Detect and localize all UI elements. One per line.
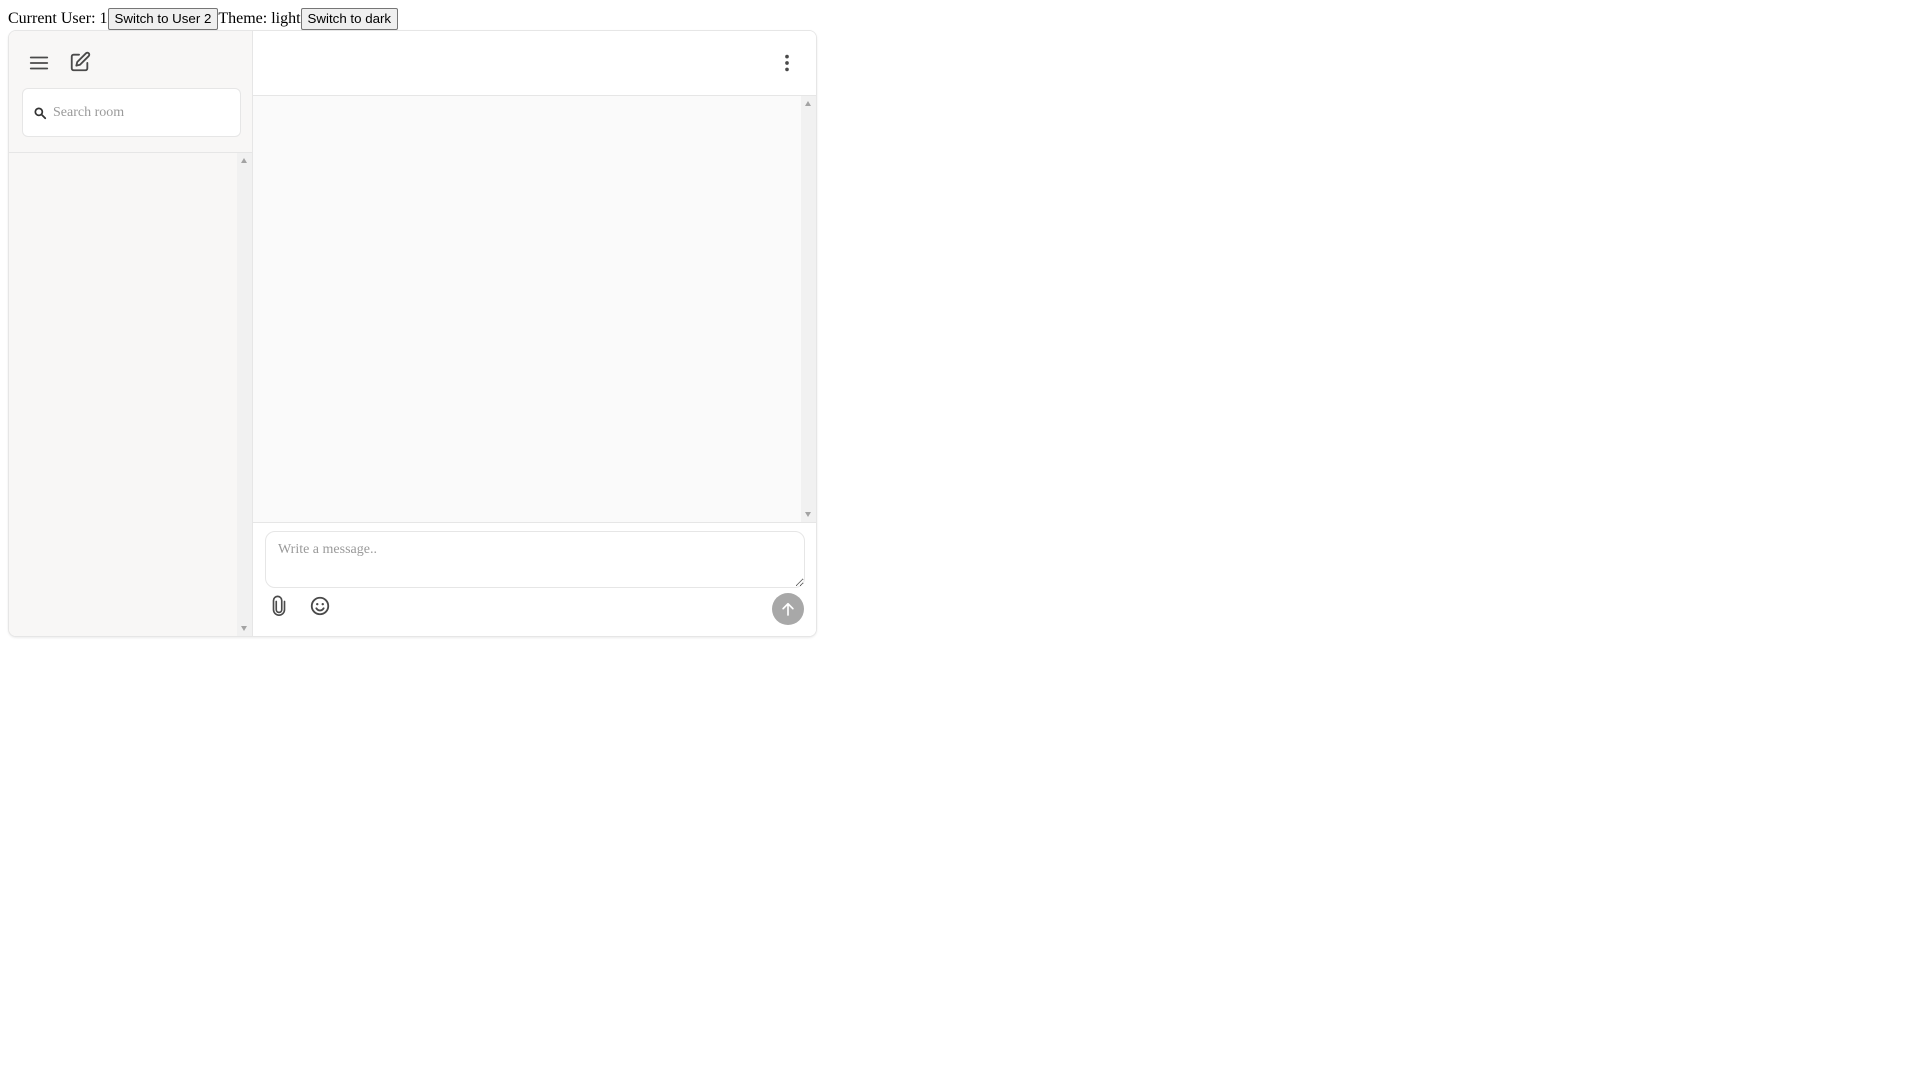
switch-user-button[interactable]: Switch to User 2 xyxy=(107,8,219,30)
edit-icon[interactable] xyxy=(66,48,94,76)
scroll-down-arrow-icon[interactable] xyxy=(805,512,811,517)
emoji-icon[interactable] xyxy=(306,592,334,620)
messages-area xyxy=(253,96,816,523)
search-box xyxy=(22,88,241,137)
top-controls: Current User: 1 Switch to User 2 Theme: … xyxy=(8,8,399,30)
room-header xyxy=(253,31,816,96)
arrow-up-icon xyxy=(782,602,794,616)
scroll-up-arrow-icon[interactable] xyxy=(805,101,811,106)
search-icon xyxy=(33,106,47,120)
chat-window xyxy=(8,30,817,637)
scroll-up-arrow-icon[interactable] xyxy=(241,158,247,163)
more-vertical-icon[interactable] xyxy=(773,49,801,77)
message-input[interactable] xyxy=(265,531,805,588)
search-room-input[interactable] xyxy=(53,89,240,136)
menu-icon[interactable] xyxy=(25,49,53,77)
rooms-scrollbar[interactable] xyxy=(237,153,252,636)
chat-panel xyxy=(253,31,816,636)
messages-scrollbar[interactable] xyxy=(801,96,816,522)
scroll-down-arrow-icon[interactable] xyxy=(241,626,247,631)
current-user-label: Current User: 1 xyxy=(8,10,108,27)
rooms-header xyxy=(9,31,252,153)
message-composer xyxy=(253,523,816,636)
rooms-list xyxy=(9,153,252,636)
theme-label: Theme: light xyxy=(218,10,301,27)
send-button[interactable] xyxy=(772,593,804,625)
paperclip-icon[interactable] xyxy=(265,592,293,620)
switch-theme-button[interactable]: Switch to dark xyxy=(300,8,399,30)
rooms-panel xyxy=(9,31,253,636)
